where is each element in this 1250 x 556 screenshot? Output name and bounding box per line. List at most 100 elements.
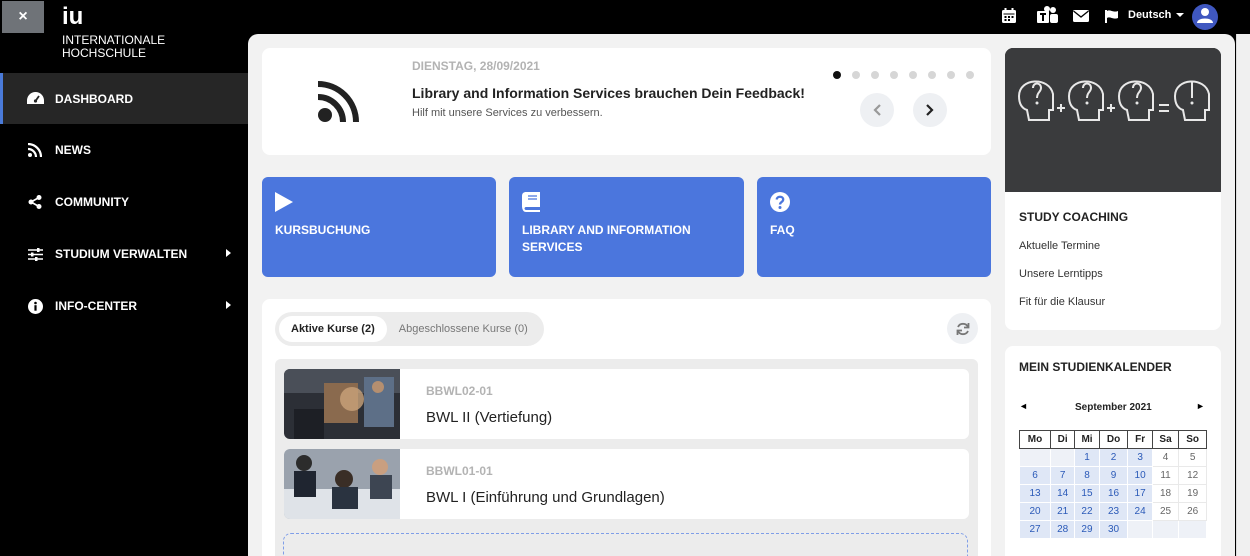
tile-faq[interactable]: FAQ [757, 177, 991, 277]
calendar-day[interactable]: 23 [1098, 502, 1129, 521]
tab-active-courses[interactable]: Aktive Kurse (2) [279, 316, 387, 342]
carousel-dot[interactable] [909, 71, 917, 79]
calendar-day[interactable]: 16 [1098, 484, 1129, 503]
calendar-day[interactable]: 8 [1074, 466, 1100, 485]
mail-icon[interactable] [1073, 10, 1089, 22]
carousel-dot[interactable] [947, 71, 955, 79]
sidebar-item-dashboard[interactable]: DASHBOARD [0, 73, 248, 124]
calendar-day[interactable]: 17 [1127, 484, 1153, 503]
carousel-dot[interactable] [833, 71, 841, 79]
news-subtitle: Hilf mit unsere Services zu verbessern. [412, 107, 603, 119]
calendar-day[interactable]: 25 [1151, 502, 1180, 521]
calendar-weekday-row: Mo Di Mi Do Fr Sa So [1019, 430, 1207, 449]
close-button[interactable]: × [2, 1, 44, 33]
sliders-icon [26, 246, 44, 262]
calendar-day[interactable]: 11 [1151, 466, 1180, 485]
logo[interactable]: iu INTERNATIONALE HOCHSCHULE [62, 4, 165, 60]
sidebar-item-info-center[interactable]: INFO-CENTER [0, 280, 248, 332]
carousel-dot[interactable] [928, 71, 936, 79]
calendar-week-row: 13 14 15 16 17 18 19 [1019, 484, 1207, 503]
calendar-day[interactable]: 24 [1127, 502, 1153, 521]
carousel-dot[interactable] [852, 71, 860, 79]
sidebar-item-community[interactable]: COMMUNITY [0, 176, 248, 228]
news-date: DIENSTAG, 28/09/2021 [412, 59, 540, 73]
tile-kursbuchung[interactable]: KURSBUCHUNG [262, 177, 496, 277]
language-selector[interactable]: Deutsch [1128, 9, 1185, 21]
calendar-day[interactable]: 18 [1151, 484, 1180, 503]
weekday-header: Di [1049, 430, 1076, 449]
calendar-day[interactable]: 30 [1098, 520, 1129, 539]
tile-library-services[interactable]: LIBRARY AND INFORMATION SERVICES [509, 177, 744, 277]
calendar-day[interactable]: 19 [1178, 484, 1207, 503]
user-icon [1197, 7, 1213, 28]
sidebar-item-label: NEWS [55, 143, 91, 157]
caret-down-icon [1176, 13, 1185, 17]
calendar-prev-button[interactable]: ◄ [1019, 401, 1028, 411]
calendar-day[interactable]: 13 [1019, 484, 1051, 503]
refresh-icon [956, 322, 969, 335]
calendar-day[interactable]: 21 [1049, 502, 1076, 521]
coaching-chalkboard-image [1005, 48, 1221, 192]
calendar-day[interactable]: 27 [1019, 520, 1051, 539]
course-name: BWL II (Vertiefung) [426, 409, 553, 426]
sidebar-item-studium-verwalten[interactable]: STUDIUM VERWALTEN [0, 228, 248, 280]
course-thumbnail [284, 449, 400, 519]
calendar-day[interactable]: 4 [1151, 448, 1180, 467]
calendar-day[interactable]: 6 [1019, 466, 1051, 485]
carousel-dots [833, 71, 974, 79]
calendar-grid: Mo Di Mi Do Fr Sa So 1 2 3 4 5 6 7 8 9 10 11 12 13 14… [1019, 430, 1207, 539]
course-card[interactable]: BBWL02-01 BWL II (Vertiefung) [284, 369, 969, 439]
sidebar-item-news[interactable]: NEWS [0, 124, 248, 176]
sidebar-nav: DASHBOARD NEWS COMMUNITY STUDIUM VERWALT… [0, 73, 248, 332]
coaching-link-termine[interactable]: Aktuelle Termine [1019, 240, 1100, 252]
carousel-prev-button[interactable] [860, 93, 894, 127]
logo-text: INTERNATIONALE HOCHSCHULE [62, 34, 165, 60]
carousel-next-button[interactable] [913, 93, 947, 127]
calendar-day[interactable]: 10 [1127, 466, 1153, 485]
tab-completed-courses[interactable]: Abgeschlossene Kurse (0) [387, 316, 540, 342]
news-title[interactable]: Library and Information Services brauche… [412, 85, 805, 101]
course-card[interactable]: BBWL01-01 BWL I (Einführung und Grundlag… [284, 449, 969, 519]
teams-icon[interactable] [1037, 6, 1059, 26]
calendar-day[interactable]: 2 [1098, 448, 1129, 467]
calendar-day[interactable]: 28 [1049, 520, 1076, 539]
calendar-icon[interactable] [1002, 8, 1016, 23]
weekday-header: Fr [1127, 430, 1153, 449]
refresh-button[interactable] [947, 313, 978, 344]
calendar-day[interactable]: 12 [1178, 466, 1207, 485]
add-course-area[interactable] [283, 533, 968, 556]
calendar-day[interactable]: 14 [1049, 484, 1076, 503]
chevron-right-icon [926, 104, 934, 116]
calendar-next-button[interactable]: ► [1196, 401, 1205, 411]
calendar-day[interactable]: 15 [1074, 484, 1100, 503]
tile-label: LIBRARY AND INFORMATION SERVICES [522, 223, 691, 254]
calendar-empty-cell [1127, 520, 1153, 539]
calendar-empty-cell [1151, 520, 1180, 539]
coaching-link-klausur[interactable]: Fit für die Klausur [1019, 296, 1105, 308]
calendar-day[interactable]: 26 [1178, 502, 1207, 521]
sidebar: × iu INTERNATIONALE HOCHSCHULE DASHBOARD… [0, 0, 248, 556]
calendar-day[interactable]: 20 [1019, 502, 1051, 521]
course-list: BBWL02-01 BWL II (Vertiefung) BBWL01-01 … [275, 359, 978, 556]
carousel-dot[interactable] [871, 71, 879, 79]
calendar-day[interactable]: 5 [1178, 448, 1207, 467]
course-thumbnail [284, 369, 400, 439]
calendar-week-row: 27 28 29 30 [1019, 520, 1207, 539]
calendar-day[interactable]: 22 [1074, 502, 1100, 521]
carousel-dot[interactable] [966, 71, 974, 79]
calendar-title: MEIN STUDIENKALENDER [1019, 360, 1172, 374]
calendar-day[interactable]: 29 [1074, 520, 1100, 539]
user-avatar[interactable] [1192, 4, 1218, 30]
question-icon [770, 192, 790, 217]
calendar-day[interactable]: 9 [1098, 466, 1129, 485]
calendar-week-row: 12345 [1019, 448, 1207, 467]
carousel-dot[interactable] [890, 71, 898, 79]
calendar-day[interactable]: 3 [1127, 448, 1153, 467]
calendar-day[interactable]: 1 [1074, 448, 1100, 467]
language-label: Deutsch [1128, 9, 1172, 21]
weekday-header: So [1178, 430, 1207, 449]
calendar-day[interactable]: 7 [1049, 466, 1076, 485]
coaching-link-lerntipps[interactable]: Unsere Lerntipps [1019, 268, 1103, 280]
page-scrollbar[interactable] [1236, 34, 1250, 556]
course-code: BBWL01-01 [426, 464, 493, 478]
